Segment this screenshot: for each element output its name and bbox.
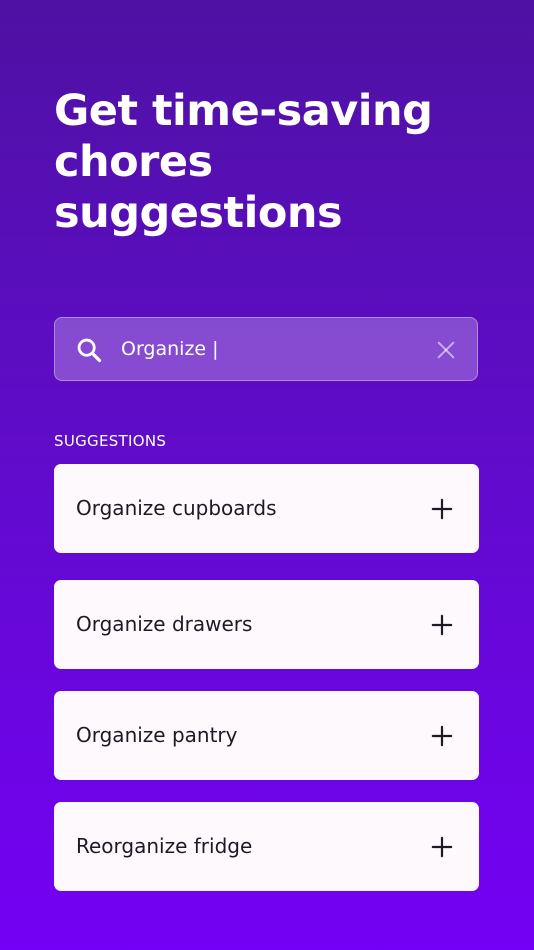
plus-icon[interactable] bbox=[431, 725, 453, 747]
close-icon[interactable] bbox=[435, 339, 457, 361]
page-title: Get time-saving chores suggestions bbox=[54, 86, 433, 238]
suggestion-label: Organize cupboards bbox=[76, 496, 277, 520]
search-input[interactable] bbox=[121, 318, 411, 380]
plus-icon[interactable] bbox=[431, 498, 453, 520]
suggestion-label: Organize drawers bbox=[76, 612, 253, 636]
suggestion-item-reorganize-fridge[interactable]: Reorganize fridge bbox=[54, 802, 479, 891]
suggestion-item-organize-cupboards[interactable]: Organize cupboards bbox=[54, 464, 479, 553]
search-box[interactable] bbox=[54, 317, 478, 381]
search-icon bbox=[77, 338, 102, 363]
suggestion-label: Reorganize fridge bbox=[76, 834, 253, 858]
suggestion-label: Organize pantry bbox=[76, 723, 238, 747]
suggestion-item-organize-pantry[interactable]: Organize pantry bbox=[54, 691, 479, 780]
suggestions-label: SUGGESTIONS bbox=[54, 432, 167, 450]
suggestion-item-organize-drawers[interactable]: Organize drawers bbox=[54, 580, 479, 669]
plus-icon[interactable] bbox=[431, 614, 453, 636]
plus-icon[interactable] bbox=[431, 836, 453, 858]
